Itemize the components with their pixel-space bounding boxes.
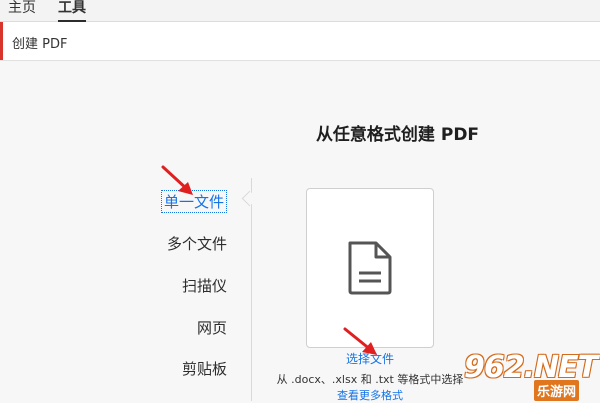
document-icon: [348, 241, 392, 295]
site-watermark: 962.NET 乐游网: [458, 350, 600, 401]
annotation-arrow-icon: [343, 327, 377, 355]
option-scanner[interactable]: 扫描仪: [182, 275, 227, 296]
tool-header: 创建 PDF: [0, 22, 600, 61]
tab-home[interactable]: 主页: [8, 0, 36, 20]
page-title: 从任意格式创建 PDF: [315, 125, 480, 145]
option-webpage[interactable]: 网页: [197, 317, 227, 338]
panel-divider: [251, 178, 252, 401]
option-multiple-files[interactable]: 多个文件: [167, 233, 227, 254]
supported-formats-text: 从 .docx、.xlsx 和 .txt 等格式中选择: [276, 373, 464, 386]
top-menu-bar: 主页 工具: [0, 0, 600, 22]
tool-accent-bar: [0, 22, 3, 60]
tool-title: 创建 PDF: [12, 37, 68, 52]
option-clipboard[interactable]: 剪贴板: [182, 358, 227, 379]
annotation-arrow-icon: [161, 165, 193, 195]
file-drop-zone[interactable]: [306, 188, 434, 348]
tab-tools[interactable]: 工具: [58, 0, 86, 22]
selection-pointer: [241, 190, 258, 207]
watermark-subtitle: 乐游网: [534, 380, 580, 401]
